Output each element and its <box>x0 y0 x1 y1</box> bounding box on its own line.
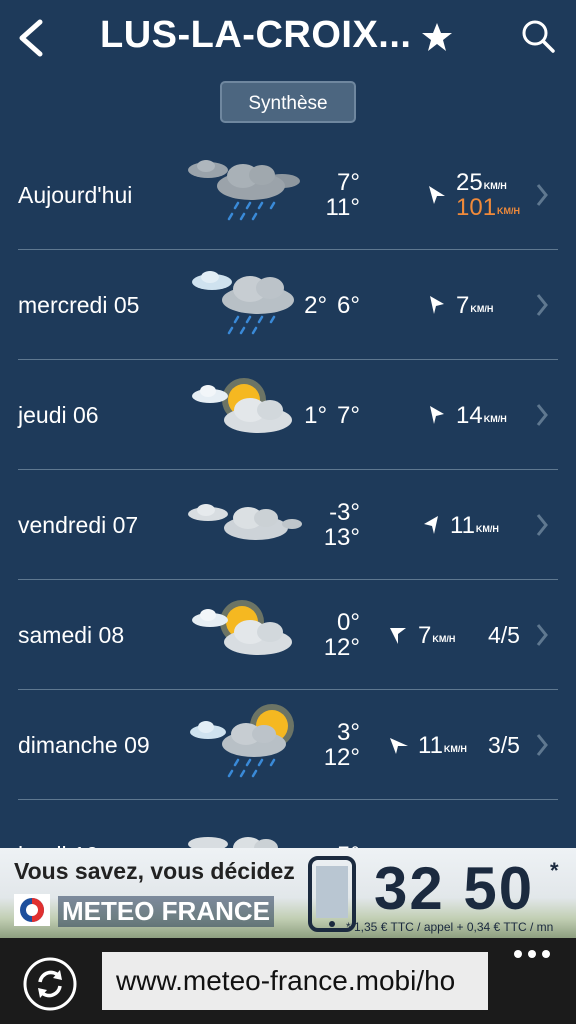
chevron-right-icon <box>536 184 548 206</box>
ad-phone-number: 32 50 <box>374 855 535 922</box>
forecast-row-saturday[interactable]: samedi 08 0° 12° 7KM/H 4/5 <box>0 580 576 690</box>
wind-direction-icon <box>424 516 438 534</box>
forecast-row-friday[interactable]: vendredi 07 -3° 13° 11KM/H <box>0 470 576 580</box>
day-label: jeudi 06 <box>18 402 99 428</box>
wind-speeds: 25KM/H 101KM/H <box>456 170 520 220</box>
temperature-range: -3° 13° <box>300 470 360 580</box>
wind-unit: KM/H <box>497 206 521 216</box>
day-label: dimanche 09 <box>18 732 150 758</box>
wind-direction-icon <box>430 296 444 314</box>
browser-bar: www.meteo-france.mobi/ho <box>0 938 576 1024</box>
temperature-range: 1° 7° <box>300 360 360 470</box>
wind-direction-icon <box>390 738 408 754</box>
wind-speed: 11 <box>418 731 443 759</box>
temp-min: 7° <box>337 169 360 196</box>
star-icon[interactable] <box>420 20 454 54</box>
meteo-france-logo-icon <box>14 894 50 926</box>
temperature-range: 5° <box>300 800 360 849</box>
wind-unit: KM/H <box>483 413 507 424</box>
wind-info: 7KM/H <box>388 580 455 690</box>
wind-info: 25KM/H 101KM/H <box>426 140 520 250</box>
temp-min: 1° <box>304 401 328 429</box>
risk-index: 4/5 <box>488 622 520 648</box>
refresh-icon[interactable] <box>22 956 78 1012</box>
chevron-right-icon <box>536 294 548 316</box>
cloud-rain-icon <box>192 271 294 335</box>
ad-banner[interactable]: Vous savez, vous décidez METEO FRANCE 32… <box>0 848 576 938</box>
temp-max: 12° <box>323 634 360 661</box>
temp-max: 11° <box>325 194 360 221</box>
wind-gust: 101 <box>456 194 497 221</box>
temp-min: 3° <box>337 719 360 746</box>
day-label: lundi 10 <box>18 800 99 848</box>
wind-info: 11KM/H <box>388 690 467 800</box>
wind-unit: KM/H <box>443 743 467 754</box>
temperature-range: 2° 6° <box>300 250 360 360</box>
app-header: LUS-LA-CROIX... <box>0 0 576 80</box>
wind-direction-icon <box>390 628 406 644</box>
forecast-row-today[interactable]: Aujourd'hui 7° 11° 25KM/H 101KM/H <box>0 140 576 250</box>
temperature-range: 3° 12° <box>300 690 360 800</box>
day-label: mercredi 05 <box>18 292 140 318</box>
temp-max: 12° <box>323 744 360 771</box>
more-options-icon[interactable] <box>512 948 552 960</box>
cloudy-icon <box>188 837 278 848</box>
wind-info: 11KM/H <box>420 470 499 580</box>
temperature-range: 0° 12° <box>300 580 360 690</box>
wind-direction-icon <box>430 406 444 424</box>
partly-sunny-icon <box>192 600 292 655</box>
page-title: LUS-LA-CROIX... <box>100 14 412 56</box>
temp-max: 13° <box>323 524 360 551</box>
wind-speed: 11 <box>450 511 475 539</box>
tab-synthese[interactable]: Synthèse <box>220 81 356 123</box>
day-label: Aujourd'hui <box>18 182 133 208</box>
temperature-range: 7° 11° <box>300 140 360 250</box>
wind-unit: KM/H <box>432 633 456 644</box>
wind-speed: 25 <box>456 169 483 196</box>
wind-direction-icon <box>429 186 445 204</box>
cloudy-icon <box>188 504 302 540</box>
chevron-right-icon <box>536 624 548 646</box>
risk-index: 3/5 <box>488 732 520 758</box>
back-arrow-icon[interactable] <box>14 18 50 58</box>
wind-info: 14KM/H <box>426 360 507 470</box>
forecast-row-sunday[interactable]: dimanche 09 3° 12° 11KM/H 3/5 <box>0 690 576 800</box>
ad-slogan: Vous savez, vous décidez <box>14 858 295 884</box>
forecast-row-thursday[interactable]: jeudi 06 1° 7° 14KM/H <box>0 360 576 470</box>
ad-asterisk: * <box>550 858 559 883</box>
temp-max: 6° <box>337 291 360 319</box>
wind-info: 7KM/H <box>426 250 493 360</box>
search-icon[interactable] <box>520 18 556 54</box>
wind-unit: KM/H <box>483 181 507 191</box>
temp-max: 7° <box>337 401 360 429</box>
forecast-row-wednesday[interactable]: mercredi 05 2° 6° 7KM/H <box>0 250 576 360</box>
wind-unit: KM/H <box>475 523 499 534</box>
sun-rain-icon <box>190 704 294 778</box>
chevron-right-icon <box>536 404 548 426</box>
day-label: samedi 08 <box>18 622 125 648</box>
chevron-right-icon <box>536 514 548 536</box>
wind-speed: 7 <box>418 621 432 649</box>
temp-min: -3° <box>329 499 360 526</box>
chevron-right-icon <box>536 734 548 756</box>
cloud-rain-icon <box>188 160 300 221</box>
ad-brand: METEO FRANCE <box>58 896 274 927</box>
forecast-row-monday[interactable]: lundi 10 5° <box>0 800 576 848</box>
partly-sunny-icon <box>192 378 292 433</box>
url-bar[interactable]: www.meteo-france.mobi/ho <box>102 952 488 1010</box>
wind-speed: 14 <box>456 401 483 429</box>
day-label: vendredi 07 <box>18 512 139 538</box>
temp-min: 2° <box>304 291 328 319</box>
ad-fine-print: * 1,35 € TTC / appel + 0,34 € TTC / mn <box>346 920 554 934</box>
forecast-list: Aujourd'hui 7° 11° 25KM/H 101KM/H mercre… <box>0 140 576 848</box>
temp-min: 0° <box>337 609 360 636</box>
wind-speed: 7 <box>456 291 470 319</box>
wind-unit: KM/H <box>470 303 494 314</box>
